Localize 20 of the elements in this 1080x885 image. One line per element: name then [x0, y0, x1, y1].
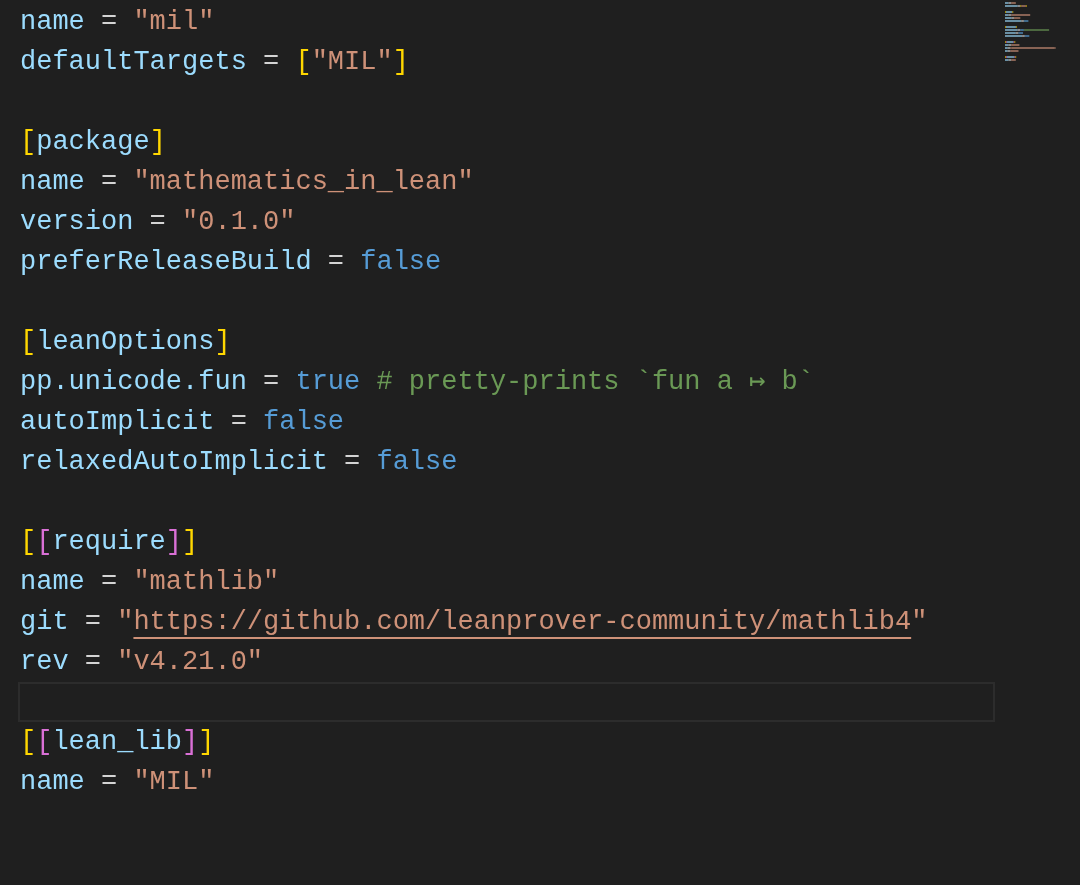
code-line: version = "0.1.0" — [20, 207, 296, 237]
code-line: name = "mathlib" — [20, 567, 280, 597]
code-line: name = "mil" — [20, 7, 215, 37]
code-line: name = "MIL" — [20, 767, 215, 797]
code-line: [package] — [20, 127, 166, 157]
code-text: git — [20, 607, 69, 637]
code-text: " — [117, 607, 134, 637]
code-line: [[require]] — [20, 527, 199, 557]
code-text: = — [83, 607, 102, 637]
code-link[interactable]: https://github.com/leanprover-community/mathlib4 — [133, 607, 912, 637]
code-line: rev = "v4.21.0" — [20, 647, 264, 677]
code-line: [[lean_lib]] — [20, 727, 215, 757]
code-text: " — [911, 607, 928, 637]
code-line: name = "mathematics_in_lean" — [20, 167, 474, 197]
code-line: [leanOptions] — [20, 327, 231, 357]
code-line: autoImplicit = false — [20, 407, 345, 437]
code-line: relaxedAutoImplicit = false — [20, 447, 458, 477]
code-line: pp.unicode.fun = true # pretty-prints `fun a ↦ b` — [20, 367, 814, 397]
code-line: defaultTargets = ["MIL"] — [20, 47, 409, 77]
code-line: preferReleaseBuild = false — [20, 247, 442, 277]
